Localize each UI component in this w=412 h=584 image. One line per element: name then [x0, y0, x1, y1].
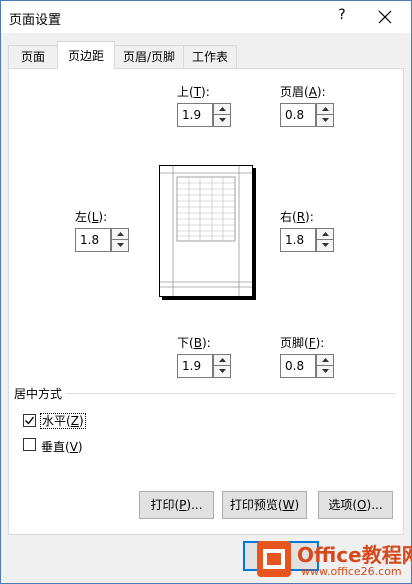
close-button[interactable] — [373, 5, 397, 29]
arrow-up-icon — [117, 232, 124, 236]
vertical-checkbox-row[interactable]: 垂直(V) — [23, 437, 93, 454]
arrow-down-icon — [322, 243, 329, 247]
header-margin-up-button[interactable] — [316, 103, 334, 115]
group-separator — [66, 393, 396, 394]
center-group-label: 居中方式 — [14, 387, 63, 401]
print-button[interactable]: 打印(P)... — [139, 491, 214, 519]
footer-margin-input[interactable] — [280, 354, 316, 378]
watermark-url: www.office26.com — [301, 565, 402, 578]
left-margin-up-button[interactable] — [111, 228, 129, 240]
bottom-margin-input[interactable] — [177, 354, 213, 378]
print-preview-button[interactable]: 打印预览(W) — [222, 491, 307, 519]
vertical-label: 垂直(V) — [41, 440, 83, 454]
horizontal-checkbox-row[interactable]: 水平(Z) — [23, 413, 93, 429]
watermark-brand: Office教程网 — [297, 543, 412, 567]
footer-margin-label: 页脚(F): — [280, 336, 325, 350]
footer-margin-up-button[interactable] — [316, 354, 334, 366]
horizontal-label: 水平(Z) — [40, 413, 86, 429]
right-margin-up-button[interactable] — [316, 228, 334, 240]
top-margin-up-button[interactable] — [213, 103, 231, 115]
arrow-down-icon — [322, 118, 329, 122]
left-margin-down-button[interactable] — [111, 240, 129, 252]
right-margin-down-button[interactable] — [316, 240, 334, 252]
arrow-up-icon — [322, 107, 329, 111]
arrow-down-icon — [219, 118, 226, 122]
bottom-margin-down-button[interactable] — [213, 366, 231, 378]
office-logo-icon — [257, 541, 291, 577]
title-bar: 页面设置 ? — [1, 1, 411, 33]
header-margin-down-button[interactable] — [316, 115, 334, 127]
tab-header-footer[interactable]: 页眉/页脚 — [114, 45, 184, 68]
top-margin-spinner[interactable] — [177, 103, 231, 127]
top-margin-down-button[interactable] — [213, 115, 231, 127]
arrow-up-icon — [219, 107, 226, 111]
page-setup-dialog: 页面设置 ? 页面 页边距 页眉/页脚 工作表 上(T): 1.9 页眉(A):… — [0, 0, 412, 584]
header-margin-spinner[interactable] — [280, 103, 334, 127]
right-margin-label: 右(R): — [280, 210, 314, 224]
arrow-up-icon — [322, 232, 329, 236]
bottom-margin-label: 下(B): — [177, 336, 211, 350]
tab-margins[interactable]: 页边距 — [57, 41, 115, 69]
bottom-margin-spinner[interactable] — [177, 354, 231, 378]
right-margin-spinner[interactable] — [280, 228, 334, 252]
left-margin-input[interactable] — [75, 228, 111, 252]
help-button[interactable]: ? — [335, 7, 349, 23]
arrow-down-icon — [117, 243, 124, 247]
right-margin-input[interactable] — [280, 228, 316, 252]
header-margin-input[interactable] — [280, 103, 316, 127]
arrow-down-icon — [322, 369, 329, 373]
top-margin-label: 上(T): — [177, 85, 210, 99]
top-margin-input[interactable] — [177, 103, 213, 127]
options-button[interactable]: 选项(O)... — [318, 491, 393, 519]
checkmark-icon — [25, 416, 35, 425]
page-preview-graphic — [160, 166, 252, 296]
vertical-checkbox[interactable] — [23, 438, 36, 451]
arrow-down-icon — [219, 369, 226, 373]
footer-margin-spinner[interactable] — [280, 354, 334, 378]
left-margin-label: 左(L): — [75, 210, 108, 224]
bottom-margin-up-button[interactable] — [213, 354, 231, 366]
site-watermark: Office教程网 www.office26.com — [251, 535, 412, 583]
horizontal-checkbox[interactable] — [23, 414, 36, 427]
left-margin-spinner[interactable] — [75, 228, 129, 252]
dialog-title: 页面设置 — [9, 13, 62, 28]
footer-margin-down-button[interactable] — [316, 366, 334, 378]
arrow-up-icon — [219, 358, 226, 362]
arrow-up-icon — [322, 358, 329, 362]
close-icon — [378, 10, 392, 24]
margins-panel: 上(T): 页眉(A): — [8, 68, 404, 535]
page-preview — [159, 165, 253, 297]
tab-page[interactable]: 页面 — [8, 45, 58, 68]
tab-sheet[interactable]: 工作表 — [183, 45, 237, 68]
header-margin-label: 页眉(A): — [280, 85, 326, 99]
